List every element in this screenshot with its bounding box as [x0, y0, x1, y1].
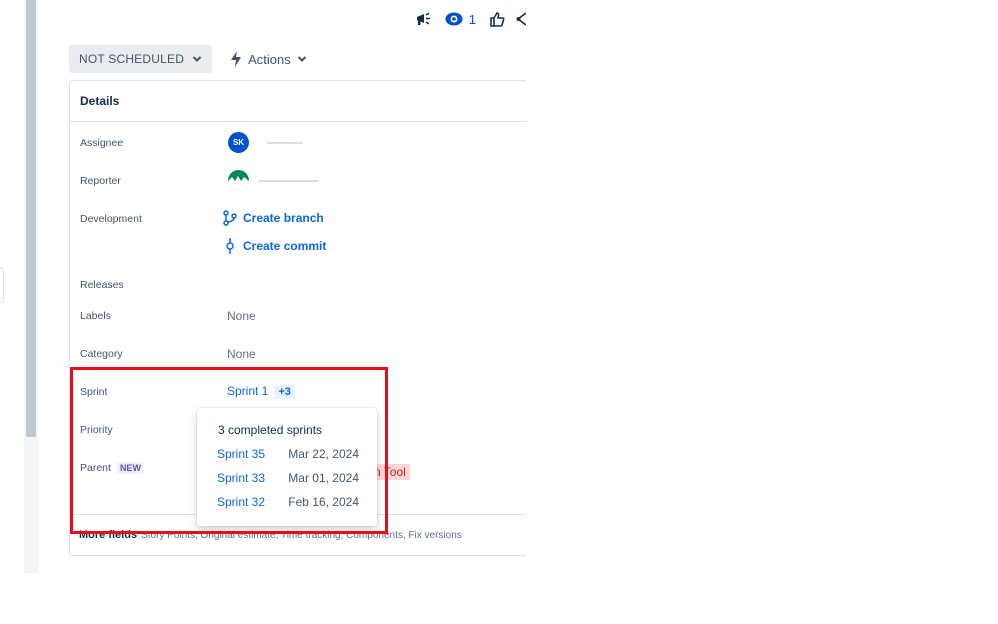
left-pane-tab[interactable]: [0, 267, 4, 303]
create-branch-link[interactable]: Create branch: [223, 210, 324, 226]
actions-button[interactable]: Actions: [226, 45, 311, 73]
assignee-value[interactable]: SK: [228, 132, 303, 153]
commit-icon: [226, 238, 234, 254]
reporter-name-redacted: [259, 179, 319, 182]
branch-icon: [223, 210, 237, 226]
watchers-count: 1: [468, 11, 476, 27]
details-header[interactable]: Details: [70, 81, 526, 122]
megaphone-icon: [416, 12, 430, 25]
eye-icon: [445, 12, 463, 26]
feedback-button[interactable]: [413, 8, 435, 30]
create-commit-link[interactable]: Create commit: [223, 238, 326, 254]
scrollbar-thumb[interactable]: [26, 0, 36, 437]
labels-value[interactable]: None: [227, 309, 256, 323]
reporter-value[interactable]: [228, 170, 319, 191]
create-branch-label: Create branch: [243, 211, 324, 225]
labels-label: Labels: [80, 310, 111, 322]
share-button[interactable]: [516, 8, 526, 30]
share-icon: [516, 12, 526, 26]
status-row: NOT SCHEDULED Actions: [69, 45, 311, 73]
chevron-down-icon: [192, 56, 202, 62]
status-label: NOT SCHEDULED: [79, 52, 185, 66]
category-value[interactable]: None: [227, 347, 256, 361]
reporter-label: Reporter: [80, 175, 121, 187]
avatar: [228, 170, 249, 191]
status-dropdown[interactable]: NOT SCHEDULED: [69, 45, 213, 73]
avatar: SK: [228, 132, 249, 153]
thumbs-up-icon: [490, 12, 505, 27]
create-commit-label: Create commit: [243, 239, 327, 253]
lightning-icon: [231, 51, 242, 67]
issue-toolbar: 1: [413, 8, 526, 30]
left-pane: [0, 0, 24, 573]
releases-label: Releases: [80, 279, 124, 291]
assignee-name-redacted: [267, 141, 303, 144]
chevron-down-icon: [297, 56, 306, 62]
category-label: Category: [80, 348, 123, 360]
assignee-label: Assignee: [80, 137, 124, 149]
annotation-highlight-box: [70, 367, 388, 534]
actions-label: Actions: [248, 51, 291, 67]
vote-button[interactable]: [486, 8, 508, 30]
watch-button[interactable]: 1: [443, 12, 478, 27]
development-label: Development: [80, 213, 142, 225]
